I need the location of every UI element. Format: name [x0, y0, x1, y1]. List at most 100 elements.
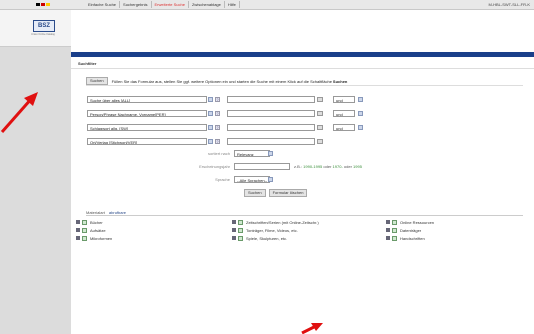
- search-term-input[interactable]: [227, 96, 315, 103]
- help-icon[interactable]: ?: [215, 97, 220, 102]
- field-select[interactable]: Ort/Verlag [Stichwort/VER]: [87, 138, 207, 145]
- tab-suchergebnis[interactable]: Suchergebnis: [120, 1, 152, 8]
- material-item[interactable]: Online Ressourcen: [386, 219, 434, 225]
- clear-field-icon[interactable]: [317, 125, 323, 130]
- search-term-input[interactable]: [227, 138, 315, 145]
- material-label: Handschriften: [400, 235, 425, 241]
- bsz-logo: BSZ Union Online Katalog: [0, 10, 71, 47]
- clear-field-icon[interactable]: [317, 111, 323, 116]
- field-select[interactable]: Suche über alles [ALL]: [87, 96, 207, 103]
- manuscript-icon: [386, 236, 390, 240]
- hint-sep: oder: [343, 164, 352, 169]
- game-icon: [232, 236, 236, 240]
- checkbox[interactable]: [82, 235, 87, 241]
- clear-field-icon[interactable]: [317, 97, 323, 102]
- chevron-down-icon[interactable]: [268, 151, 273, 156]
- field-select[interactable]: Schlagwort allg. [SW]: [87, 124, 207, 131]
- language-flags[interactable]: [36, 2, 50, 7]
- checkbox[interactable]: [392, 235, 397, 241]
- flag-de-icon[interactable]: [36, 3, 40, 6]
- chevron-down-icon[interactable]: [208, 97, 213, 102]
- help-icon[interactable]: ?: [215, 139, 220, 144]
- chevron-down-icon[interactable]: [358, 125, 363, 130]
- hint-sep: oder: [323, 164, 332, 169]
- material-label: Aufsätze: [90, 227, 106, 233]
- user-info: M-HBL-SWT-SLL-FR-K: [488, 2, 530, 7]
- instruction-bold: Suchen: [332, 78, 348, 84]
- chevron-down-icon[interactable]: [208, 125, 213, 130]
- online-resource-icon: [386, 220, 390, 224]
- clear-form-button[interactable]: Formular löschen: [268, 189, 308, 197]
- search-term-input[interactable]: [227, 124, 315, 131]
- operator-select[interactable]: und: [333, 110, 355, 117]
- instruction-bar: Suchen Füllen Sie das Formular aus, stel…: [86, 77, 523, 86]
- chevron-down-icon[interactable]: [208, 111, 213, 116]
- chevron-down-icon[interactable]: [208, 139, 213, 144]
- search-button[interactable]: Suchen: [244, 189, 266, 197]
- checkbox[interactable]: [238, 235, 243, 241]
- checkbox[interactable]: [82, 219, 87, 225]
- chevron-down-icon[interactable]: [358, 111, 363, 116]
- year-label: Erscheinungsjahr: [199, 164, 230, 169]
- tab-hilfe[interactable]: Hilfe: [225, 1, 240, 8]
- material-item[interactable]: Datenträger: [386, 227, 421, 233]
- header-bar: [71, 52, 534, 57]
- article-icon: [76, 228, 80, 232]
- clear-field-icon[interactable]: [317, 139, 323, 144]
- search-term-input[interactable]: [227, 110, 315, 117]
- material-label: Tonträger, Filme, Videos, etc.: [246, 227, 298, 233]
- main-tabs: Einfache Suche Suchergebnis Erweiterte S…: [85, 1, 240, 8]
- book-icon: [76, 220, 80, 224]
- annotation-arrow-icon: [301, 323, 323, 334]
- microform-icon: [76, 236, 80, 240]
- material-label: Spiele, Skulpturen, etc.: [246, 235, 288, 241]
- checkbox[interactable]: [238, 227, 243, 233]
- material-label: Mikroformen: [90, 235, 113, 241]
- material-item[interactable]: Mikroformen: [76, 235, 112, 241]
- year-hint: z.B.: 1990-1995 oder 1970- oder 1995: [294, 164, 362, 169]
- hint-prefix: z.B.:: [294, 164, 303, 169]
- checkbox[interactable]: [392, 219, 397, 225]
- checkbox[interactable]: [82, 227, 87, 233]
- flag-en-icon[interactable]: [41, 3, 45, 6]
- journal-icon: [232, 220, 236, 224]
- material-item[interactable]: Tonträger, Filme, Videos, etc.: [232, 227, 298, 233]
- form-buttons: Suchen Formular löschen: [244, 189, 308, 197]
- divider: [86, 215, 523, 216]
- help-icon[interactable]: ?: [215, 125, 220, 130]
- tab-erweiterte-suche[interactable]: Erweiterte Suche: [152, 1, 189, 8]
- hint-value: 1995: [353, 164, 362, 169]
- chevron-down-icon[interactable]: [268, 177, 273, 182]
- material-item[interactable]: Zeitschriften/Serien (mit Online-Zeitsch…: [232, 219, 319, 225]
- hint-value: 1970-: [332, 164, 343, 169]
- material-item[interactable]: Spiele, Skulpturen, etc.: [232, 235, 287, 241]
- divider: [71, 68, 534, 69]
- annotation-arrow-icon: [0, 92, 38, 133]
- flag-other-icon[interactable]: [46, 3, 50, 6]
- material-item[interactable]: Aufsätze: [76, 227, 106, 233]
- operator-select[interactable]: und: [333, 124, 355, 131]
- sort-select[interactable]: Relevanz: [234, 150, 270, 157]
- material-label: Zeitschriften/Serien (mit Online-Zeitsch…: [246, 219, 319, 225]
- top-menu-bar: Einfache Suche Suchergebnis Erweiterte S…: [0, 0, 534, 10]
- operator-select[interactable]: und: [333, 96, 355, 103]
- material-item[interactable]: Handschriften: [386, 235, 425, 241]
- checkbox[interactable]: [238, 219, 243, 225]
- chevron-down-icon[interactable]: [358, 97, 363, 102]
- tab-zwischenablage[interactable]: Zwischenablage: [189, 1, 225, 8]
- material-label: Bücher: [90, 219, 103, 225]
- checkbox[interactable]: [392, 227, 397, 233]
- language-label: Sprache: [215, 177, 230, 182]
- logo-mark: BSZ: [33, 20, 55, 32]
- year-input[interactable]: [234, 163, 290, 170]
- search-button-top[interactable]: Suchen: [86, 77, 108, 85]
- help-icon[interactable]: ?: [215, 111, 220, 116]
- section-title: Suchfilter: [78, 61, 97, 66]
- field-select[interactable]: Person/Phrase Nachname, Vorname[PER]: [87, 110, 207, 117]
- language-select[interactable]: --Alle Sprachen--: [234, 176, 270, 183]
- material-item[interactable]: Bücher: [76, 219, 103, 225]
- left-sidebar: BSZ Union Online Katalog: [0, 10, 71, 334]
- tab-einfache-suche[interactable]: Einfache Suche: [85, 1, 121, 8]
- film-icon: [232, 228, 236, 232]
- material-label: Datenträger: [400, 227, 422, 233]
